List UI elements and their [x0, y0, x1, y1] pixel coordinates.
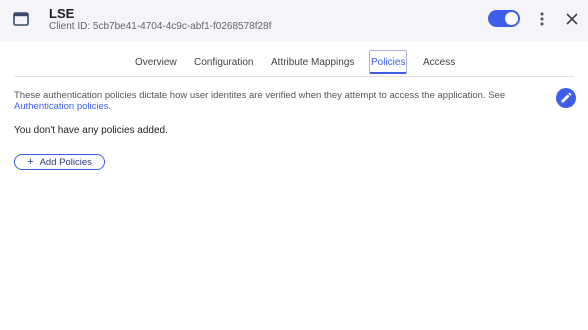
- close-icon[interactable]: [565, 12, 579, 26]
- pencil-icon: [561, 92, 572, 103]
- app-header: LSE Client ID: 5cb7be41-4704-4c9c-abf1-f…: [0, 0, 588, 42]
- tab-attribute-mappings[interactable]: Attribute Mappings: [270, 50, 355, 74]
- app-title: LSE: [49, 6, 75, 21]
- window-icon: [13, 12, 29, 26]
- policies-description: These authentication policies dictate ho…: [14, 90, 544, 112]
- plus-icon: +: [27, 156, 34, 168]
- tab-policies[interactable]: Policies: [369, 50, 408, 74]
- enable-toggle[interactable]: [488, 10, 520, 27]
- tab-bar: Overview Configuration Attribute Mapping…: [0, 48, 588, 76]
- tab-configuration[interactable]: Configuration: [193, 50, 254, 74]
- tab-divider: [14, 76, 574, 77]
- kebab-menu-icon[interactable]: [537, 11, 547, 27]
- add-policies-label: Add Policies: [39, 156, 92, 168]
- authentication-policies-link[interactable]: Authentication policies.: [14, 101, 111, 112]
- client-id: Client ID: 5cb7be41-4704-4c9c-abf1-f0268…: [49, 21, 272, 32]
- edit-button[interactable]: [556, 88, 576, 108]
- description-text: These authentication policies dictate ho…: [14, 90, 506, 101]
- add-policies-button[interactable]: + Add Policies: [14, 154, 105, 170]
- tab-overview[interactable]: Overview: [134, 50, 178, 74]
- toggle-knob: [505, 12, 518, 25]
- empty-policies-message: You don't have any policies added.: [14, 125, 168, 136]
- tab-access[interactable]: Access: [422, 50, 456, 74]
